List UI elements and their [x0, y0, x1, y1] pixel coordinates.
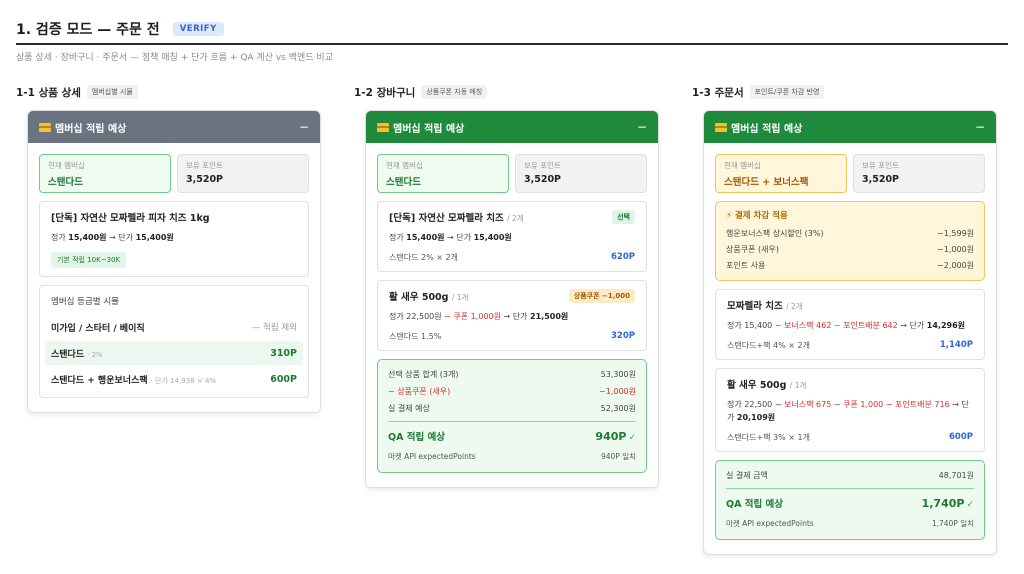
current-membership: 현재 멤버십 스탠다드 + 보너스팩	[715, 154, 847, 193]
membership-value: 스탠다드	[48, 177, 83, 188]
cart-item[interactable]: [단독] 자연산 모짜렐라 치즈 / 2개 선택 정가 15,400원 → 단가 …	[377, 201, 647, 272]
membership-label: 현재 멤버십	[386, 161, 423, 170]
page-subtitle: 상품 상세 · 장바구니 · 주문서 — 정책 매칭 + 단가 흐름 + QA …	[16, 53, 333, 63]
deduction-row: 상품쿠폰 (새우) −1,000원	[726, 244, 974, 254]
points-calc: 스탠다드+팩 3% × 1개 600P	[727, 432, 973, 442]
sim-row: 스탠다드 · 2% 310P	[45, 341, 303, 365]
product-box: [단독] 자연산 모짜렐라 피자 치즈 1kg 정가 15,400원 → 단가 …	[39, 201, 309, 277]
page-header: 1. 검증 모드 — 주문 전 VERIFY	[16, 18, 1008, 45]
membership-label: 현재 멤버십	[48, 161, 85, 170]
membership-card: 멤버십 적립 예상 − 현재 멤버십 스탠다드 보유 포인트 3,520P [단…	[365, 110, 659, 488]
coupon-badge: 상품쿠폰 −1,000	[568, 289, 635, 303]
summary-row: 실 결제 예상 52,300원	[388, 404, 636, 413]
product-name: 활 새우 500g / 1개	[727, 380, 807, 391]
qa-expected-row: QA 적립 예상 940P ✓	[388, 429, 636, 444]
deduction-title: ⚡ 결제 차감 적용	[726, 211, 788, 221]
points-calc: 스탠다드 2% × 2개 620P	[389, 252, 635, 262]
card-header: 멤버십 적립 예상 −	[366, 111, 658, 143]
price-line: 정가 15,400원 → 단가 15,400원	[389, 233, 512, 242]
product-name: 활 새우 500g / 1개	[389, 292, 469, 303]
column-title: 1-2 장바구니	[354, 86, 416, 99]
product-name: [단독] 자연산 모짜렐라 치즈 / 2개	[389, 213, 524, 224]
membership-value: 스탠다드 + 보너스팩	[724, 177, 809, 188]
collapse-button[interactable]: −	[299, 120, 309, 134]
check-icon: ✓	[966, 499, 974, 510]
column-product-detail: 1-1 상품 상세 멤버십별 시뮬 멤버십 적립 예상 − 현재 멤버십 스탠다…	[16, 84, 326, 413]
card-title: 멤버십 적립 예상	[393, 123, 465, 135]
card-icon	[377, 122, 389, 132]
collapse-button[interactable]: −	[975, 120, 985, 134]
lightning-icon: ⚡	[726, 211, 732, 221]
owned-points: 보유 포인트 3,520P	[853, 154, 985, 193]
points-label: 보유 포인트	[862, 161, 899, 170]
summary-box: 선택 상품 합계 (3개) 53,300원 − 상품쿠폰 (새우) −1,000원 …	[377, 359, 647, 473]
points-value: 3,520P	[186, 174, 224, 185]
summary-row: 선택 상품 합계 (3개) 53,300원	[388, 370, 636, 379]
owned-points: 보유 포인트 3,520P	[515, 154, 647, 193]
column-order-sheet: 1-3 주문서 포인트/쿠폰 차감 반영 멤버십 적립 예상 − 현재 멤버십 …	[692, 84, 1002, 555]
api-compare-row: 마켓 API expectedPoints 1,740P 일치	[726, 518, 974, 528]
sim-row: 스탠다드 + 행운보너스팩 · 단가 14,938 × 4% 600P	[51, 373, 297, 386]
membership-label: 현재 멤버십	[724, 161, 761, 170]
api-compare-row: 마켓 API expectedPoints 940P 일치	[388, 451, 636, 461]
membership-card: 멤버십 적립 예상 − 현재 멤버십 스탠다드 보유 포인트 3,520P [단…	[27, 110, 321, 413]
order-item: 활 새우 500g / 1개 정가 22,500 − 보너스팩 675 − 쿠폰…	[715, 368, 985, 452]
collapse-button[interactable]: −	[637, 120, 647, 134]
check-icon: ✓	[628, 432, 636, 443]
selected-badge: 선택	[612, 210, 635, 224]
owned-points: 보유 포인트 3,520P	[177, 154, 309, 193]
current-membership: 현재 멤버십 스탠다드	[377, 154, 509, 193]
deduction-row: 포인트 사용 −2,000원	[726, 260, 974, 270]
payment-deduction-box: ⚡ 결제 차감 적용 행운보너스팩 상시할인 (3%) −1,599원 상품쿠폰 …	[715, 201, 985, 281]
product-name: [단독] 자연산 모짜렐라 피자 치즈 1kg	[51, 213, 210, 224]
card-header: 멤버십 적립 예상 −	[704, 111, 996, 143]
summary-row: 실 결제 금액 48,701원	[726, 471, 974, 480]
card-icon	[39, 122, 51, 132]
card-title: 멤버십 적립 예상	[731, 123, 803, 135]
product-name: 모짜렐라 치즈 / 2개	[727, 301, 803, 312]
cart-item[interactable]: 활 새우 500g / 1개 상품쿠폰 −1,000 정가 22,500원 − 쿠…	[377, 280, 647, 351]
basic-points-badge: 기본 적립 10K~30K	[51, 252, 127, 268]
price-line: 정가 22,500원 − 쿠폰 1,000원 → 단가 21,500원	[389, 312, 569, 321]
sim-title: 멤버십 등급별 시뮬	[51, 297, 119, 307]
price-line: 정가 22,500 − 보너스팩 675 − 쿠폰 1,000 − 포인트배분 …	[727, 400, 969, 422]
card-header: 멤버십 적립 예상 −	[28, 111, 320, 143]
column-cart: 1-2 장바구니 상품쿠폰 자동 매칭 멤버십 적립 예상 − 현재 멤버십 스…	[354, 84, 664, 488]
current-membership: 현재 멤버십 스탠다드	[39, 154, 171, 193]
price-line: 정가 15,400 − 보너스팩 462 − 포인트배분 642 → 단가 14…	[727, 321, 966, 330]
deduction-row: 행운보너스팩 상시할인 (3%) −1,599원	[726, 228, 974, 238]
summary-box: 실 결제 금액 48,701원 QA 적립 예상 1,740P ✓ 마켓 API ex…	[715, 460, 985, 540]
points-calc: 스탠다드 1.5% 320P	[389, 331, 635, 341]
simulation-box: 멤버십 등급별 시뮬 미가입 / 스타터 / 베이직 — 적립 제외 스탠다드 ·…	[39, 285, 309, 398]
card-title: 멤버십 적립 예상	[55, 123, 127, 135]
points-label: 보유 포인트	[524, 161, 561, 170]
column-tag: 멤버십별 시뮬	[86, 85, 138, 99]
page-title: 1. 검증 모드 — 주문 전	[16, 21, 160, 38]
points-value: 3,520P	[862, 174, 900, 185]
membership-card: 멤버십 적립 예상 − 현재 멤버십 스탠다드 + 보너스팩 보유 포인트 3,…	[703, 110, 997, 555]
column-title: 1-1 상품 상세	[16, 86, 81, 99]
membership-value: 스탠다드	[386, 177, 421, 188]
points-calc: 스탠다드+팩 4% × 2개 1,140P	[727, 340, 973, 350]
points-value: 3,520P	[524, 174, 562, 185]
verify-badge: VERIFY	[172, 21, 224, 36]
card-icon	[715, 122, 727, 132]
sim-row: 미가입 / 스타터 / 베이직 — 적립 제외	[51, 323, 297, 334]
summary-row: − 상품쿠폰 (새우) −1,000원	[388, 387, 636, 396]
qa-expected-row: QA 적립 예상 1,740P ✓	[726, 496, 974, 511]
price-line: 정가 15,400원 → 단가 15,400원	[51, 233, 174, 242]
column-title: 1-3 주문서	[692, 86, 744, 99]
points-label: 보유 포인트	[186, 161, 223, 170]
column-tag: 상품쿠폰 자동 매칭	[421, 85, 488, 99]
order-item: 모짜렐라 치즈 / 2개 정가 15,400 − 보너스팩 462 − 포인트배…	[715, 289, 985, 360]
column-tag: 포인트/쿠폰 차감 반영	[749, 85, 825, 99]
